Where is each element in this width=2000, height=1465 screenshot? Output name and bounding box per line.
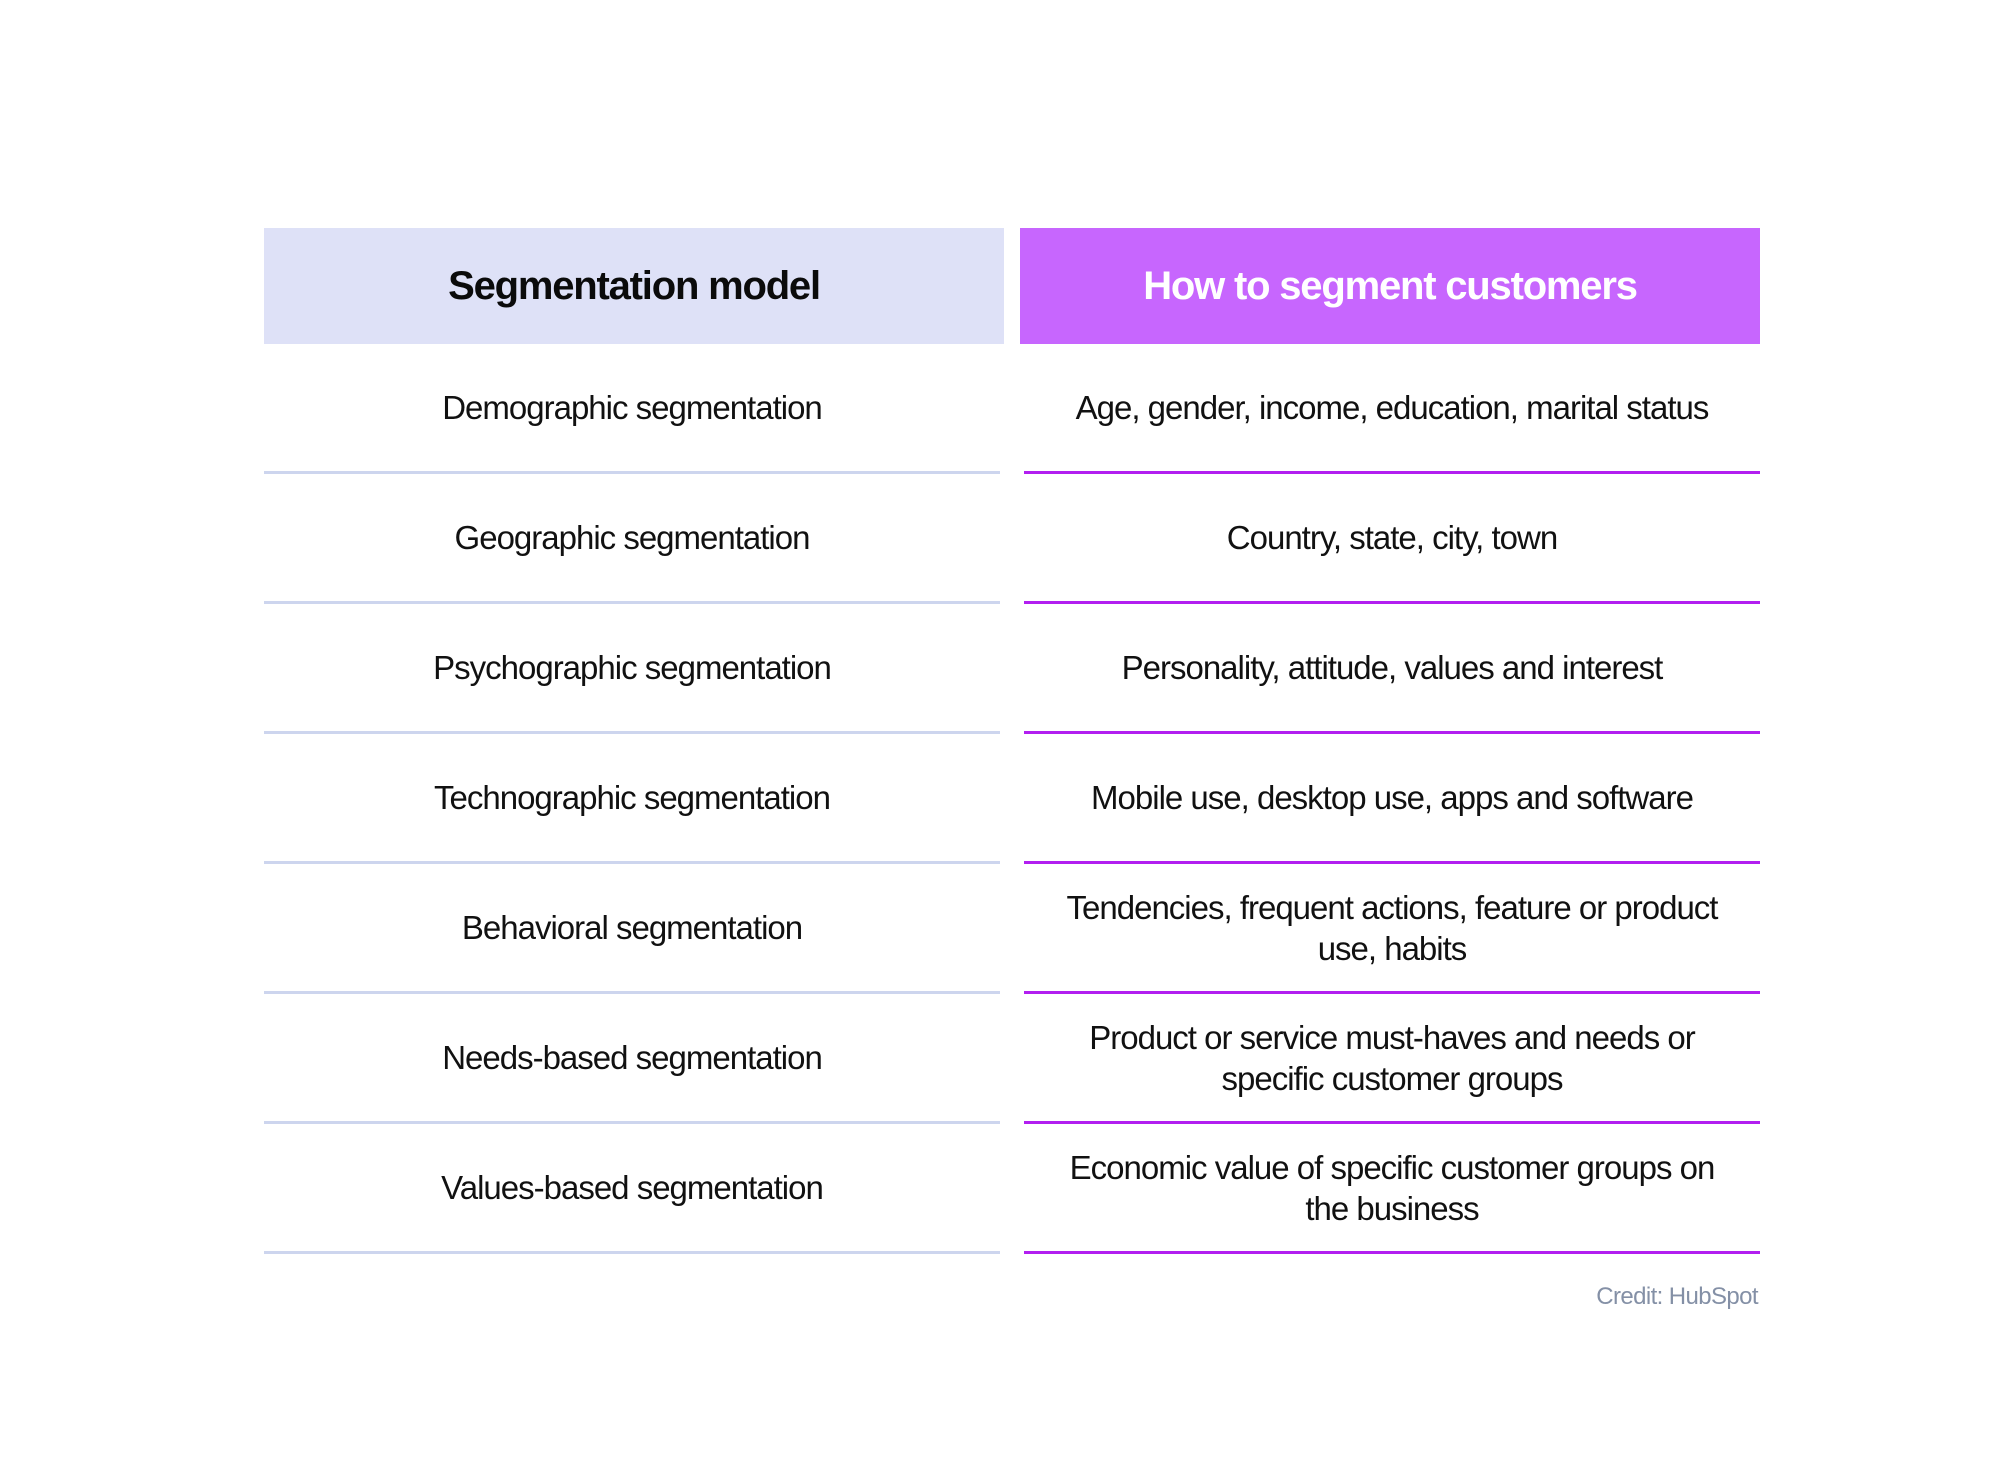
model-cell: Psychographic segmentation [264, 604, 1000, 734]
table-row: Geographic segmentation Country, state, … [264, 474, 1760, 604]
how-cell: Economic value of specific customer grou… [1024, 1124, 1760, 1254]
table-row: Psychographic segmentation Personality, … [264, 604, 1760, 734]
header-how-to-segment: How to segment customers [1020, 228, 1760, 344]
how-cell: Product or service must-haves and needs … [1024, 994, 1760, 1124]
model-cell: Values-based segmentation [264, 1124, 1000, 1254]
table-row: Demographic segmentation Age, gender, in… [264, 344, 1760, 474]
header-segmentation-model: Segmentation model [264, 228, 1004, 344]
table-row: Technographic segmentation Mobile use, d… [264, 734, 1760, 864]
model-cell: Demographic segmentation [264, 344, 1000, 474]
table-row: Needs-based segmentation Product or serv… [264, 994, 1760, 1124]
model-cell: Technographic segmentation [264, 734, 1000, 864]
how-cell: Tendencies, frequent actions, feature or… [1024, 864, 1760, 994]
table-row: Values-based segmentation Economic value… [264, 1124, 1760, 1254]
model-cell: Needs-based segmentation [264, 994, 1000, 1124]
how-cell: Country, state, city, town [1024, 474, 1760, 604]
how-cell: Mobile use, desktop use, apps and softwa… [1024, 734, 1760, 864]
model-cell: Behavioral segmentation [264, 864, 1000, 994]
how-cell: Age, gender, income, education, marital … [1024, 344, 1760, 474]
how-cell: Personality, attitude, values and intere… [1024, 604, 1760, 734]
segmentation-table: Segmentation model How to segment custom… [264, 228, 1760, 1254]
credit-text: Credit: HubSpot [1596, 1283, 1758, 1310]
model-cell: Geographic segmentation [264, 474, 1000, 604]
table-header-row: Segmentation model How to segment custom… [264, 228, 1760, 344]
table-row: Behavioral segmentation Tendencies, freq… [264, 864, 1760, 994]
